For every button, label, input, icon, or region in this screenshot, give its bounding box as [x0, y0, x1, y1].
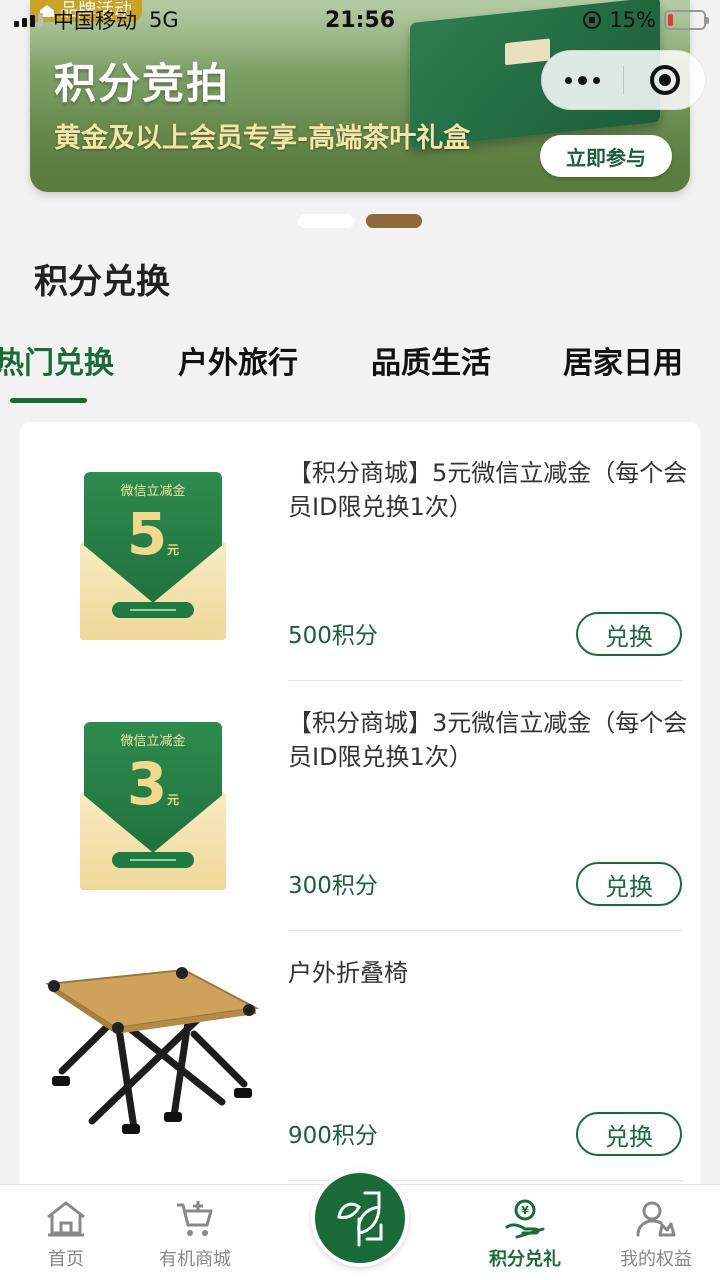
- nav-my-benefits-label: 我的权益: [620, 1249, 692, 1270]
- join-now-button[interactable]: 立即参与: [540, 135, 672, 177]
- exchange-button[interactable]: 兑换: [576, 1112, 682, 1156]
- banner-subtitle: 黄金及以上会员专享-高端茶叶礼盒: [54, 123, 471, 154]
- svg-text:¥: ¥: [521, 1204, 529, 1217]
- banner-title: 积分竞拍: [54, 59, 231, 108]
- exchange-button[interactable]: 兑换: [576, 862, 682, 906]
- product-image[interactable]: 微信立减金 5元: [44, 450, 259, 650]
- tab-outdoor-travel[interactable]: 户外旅行: [178, 338, 298, 382]
- target-icon: [649, 65, 680, 95]
- product-item[interactable]: 户外折叠椅 900积分 兑换: [19, 922, 701, 1181]
- section-title: 积分兑换: [34, 262, 170, 302]
- user-crown-icon: [636, 1201, 676, 1237]
- nav-home[interactable]: 首页: [11, 1199, 121, 1271]
- product-image[interactable]: [44, 956, 259, 1156]
- clock: 21:56: [324, 7, 396, 33]
- more-menu-button[interactable]: [542, 51, 623, 109]
- voucher-unit: 元: [167, 793, 180, 807]
- product-points: 500积分: [288, 623, 378, 649]
- rotation-lock-icon: [583, 11, 602, 29]
- voucher-image: 微信立减金 3元: [44, 700, 259, 900]
- miniprogram-capsule: [541, 50, 706, 110]
- product-name[interactable]: 【积分商城】3元微信立减金（每个会员ID限兑换1次）: [288, 706, 688, 774]
- voucher-mini-button: [112, 852, 194, 868]
- product-item[interactable]: 微信立减金 3元 【积分商城】3元微信立减金（每个会员ID限兑换1次） 300积…: [19, 672, 701, 931]
- voucher-label: 微信立减金: [120, 484, 186, 499]
- voucher-amount-value: 5: [126, 500, 168, 568]
- product-points: 900积分: [288, 1123, 378, 1149]
- nav-center-scan[interactable]: [311, 1169, 409, 1267]
- status-bar: 中国移动 5G 21:56 15%: [0, 0, 720, 40]
- category-tabs: 热门兑换 户外旅行 品质生活 居家日用: [0, 330, 720, 410]
- product-list: 微信立减金 5元 【积分商城】5元微信立减金（每个会员ID限兑换1次） 500积…: [19, 422, 701, 1202]
- carousel-indicator: [0, 214, 720, 228]
- voucher-amount-value: 3: [126, 750, 168, 818]
- voucher-image: 微信立减金 5元: [44, 450, 259, 650]
- folding-chair-image: [45, 967, 259, 1134]
- nav-organic-mall-label: 有机商城: [159, 1249, 231, 1270]
- cart-icon: [177, 1201, 213, 1236]
- voucher-unit: 元: [167, 543, 180, 557]
- product-points: 300积分: [288, 873, 378, 899]
- home-icon: [47, 1201, 85, 1237]
- tab-hot-exchange[interactable]: 热门兑换: [0, 338, 114, 382]
- nav-points-gift-label: 积分兑礼: [489, 1249, 561, 1270]
- carousel-dot-active[interactable]: [366, 214, 422, 228]
- network-label: 5G: [149, 8, 179, 32]
- exchange-button[interactable]: 兑换: [576, 612, 682, 656]
- carrier-label: 中国移动: [53, 9, 137, 33]
- nav-home-label: 首页: [48, 1249, 84, 1270]
- bottom-navigation: 首页 有机商城 ¥ 积分兑礼 我的权益: [0, 1169, 720, 1280]
- product-name[interactable]: 户外折叠椅: [288, 956, 688, 990]
- battery-percent: 15%: [609, 8, 656, 32]
- carousel-dot[interactable]: [298, 214, 354, 228]
- product-item[interactable]: 微信立减金 5元 【积分商城】5元微信立减金（每个会员ID限兑换1次） 500积…: [19, 422, 701, 681]
- product-image[interactable]: 微信立减金 3元: [44, 700, 259, 900]
- voucher-amount: 3元: [84, 750, 222, 818]
- battery-icon: [664, 10, 709, 30]
- voucher-label: 微信立减金: [120, 734, 186, 749]
- nav-my-benefits[interactable]: 我的权益: [601, 1199, 711, 1271]
- product-name[interactable]: 【积分商城】5元微信立减金（每个会员ID限兑换1次）: [288, 456, 688, 524]
- nav-organic-mall[interactable]: 有机商城: [140, 1199, 250, 1271]
- points-gift-icon: ¥: [505, 1199, 545, 1239]
- voucher-mini-button: [112, 602, 194, 618]
- voucher-amount: 5元: [84, 500, 222, 568]
- close-miniprogram-button[interactable]: [624, 51, 705, 109]
- nav-points-gift[interactable]: ¥ 积分兑礼: [470, 1199, 580, 1271]
- battery-level: [668, 14, 674, 26]
- tab-home-daily[interactable]: 居家日用: [563, 338, 683, 382]
- active-tab-underline: [10, 398, 87, 403]
- leaf-scan-icon: [337, 1191, 383, 1247]
- tab-quality-life[interactable]: 品质生活: [371, 338, 491, 382]
- signal-icon: [14, 13, 43, 27]
